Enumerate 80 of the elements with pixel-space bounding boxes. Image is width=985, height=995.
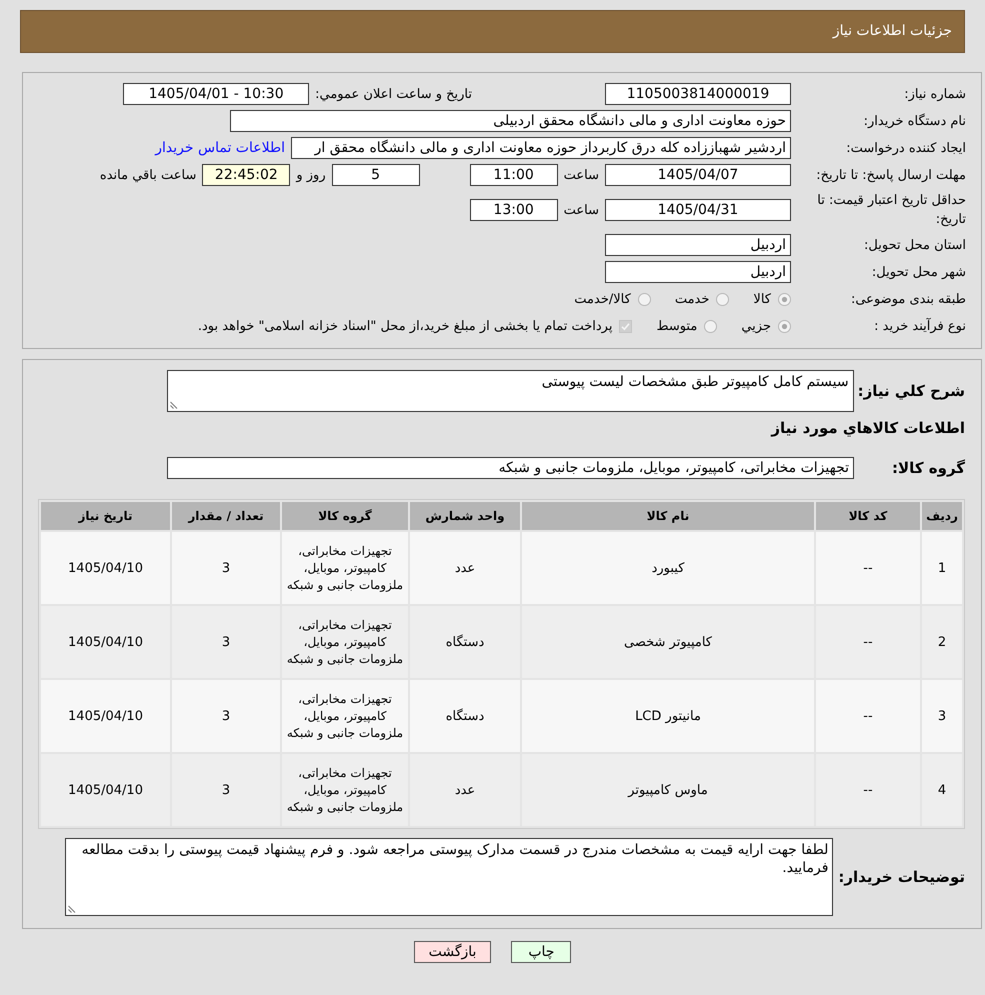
column-header: ردیف xyxy=(922,502,962,530)
city-field[interactable]: اردبیل xyxy=(605,261,791,283)
table-cell: دستگاه xyxy=(410,680,520,752)
field-label: ساعت باقي مانده xyxy=(100,168,196,182)
table-cell: 1 xyxy=(922,532,962,604)
province-field[interactable]: اردبیل xyxy=(605,234,791,256)
back-button[interactable]: بازگشت xyxy=(414,941,492,963)
radio-label: متوسط xyxy=(656,318,698,334)
column-header: گروه کالا xyxy=(282,502,408,530)
table-cell: 1405/04/10 xyxy=(41,680,170,752)
field-label: ساعت xyxy=(564,202,599,218)
table-cell: 3 xyxy=(172,680,280,752)
checkbox-label: پرداخت تمام یا بخشی از مبلغ خرید،از محل "اسناد خزانه اسلامی" خواهد بود. xyxy=(198,318,612,334)
column-header: نام کالا xyxy=(522,502,814,530)
announcement-field[interactable]: 1405/04/01 - 10:30 xyxy=(123,83,310,105)
buyer-contact-link[interactable]: اطلاعات تماس خریدار xyxy=(155,140,285,156)
table-cell: تجهیزات مخابراتی، کامپیوتر، موبایل، ملزومات جانبی و شبکه xyxy=(282,606,408,678)
buyer-notes-field[interactable]: لطفا جهت ارایه قیمت به مشخصات مندرج در قسمت مدارک پیوستی مراجعه شود. و فرم پیشنهاد قیمت پیوستی را بدقت مطالعه فرمایید. xyxy=(65,838,834,916)
table-cell: عدد xyxy=(410,532,520,604)
column-header: تاریخ نیاز xyxy=(41,502,170,530)
date-field[interactable]: 1405/04/31 xyxy=(605,199,791,221)
field-label: تاریخ و ساعت اعلان عمومي: xyxy=(315,86,472,102)
field-label: شرح کلي نیاز: xyxy=(858,382,965,400)
radio-label: کالا xyxy=(753,292,771,306)
field-label: ایجاد کننده درخواست: xyxy=(845,140,966,158)
table-cell: 3 xyxy=(172,532,280,604)
need-number-field[interactable]: 1105003814000019 xyxy=(605,83,791,105)
field-label: حداقل تاریخ اعتبار قیمت: تا تاریخ: xyxy=(816,192,966,229)
field-label: شماره نیاز: xyxy=(903,86,966,104)
table-cell: 2 xyxy=(922,606,962,678)
table-cell: 3 xyxy=(172,754,280,826)
table-cell: 1405/04/10 xyxy=(41,532,170,604)
buyer-org-field[interactable]: حوزه معاونت اداری و مالی دانشگاه محقق اردبیلی xyxy=(230,110,791,132)
table-cell: 3 xyxy=(922,680,962,752)
table-cell: دستگاه xyxy=(410,606,520,678)
field-label: ساعت xyxy=(564,168,599,182)
field-label: شهر محل تحویل: xyxy=(870,264,966,282)
table-cell: عدد xyxy=(410,754,520,826)
table-cell: 1405/04/10 xyxy=(41,606,170,678)
field-label: روز و xyxy=(296,168,326,182)
table-cell: کیبورد xyxy=(522,532,814,604)
field-label: توضیحات خریدار: xyxy=(838,868,965,886)
table-cell: 4 xyxy=(922,754,962,826)
table-cell: تجهیزات مخابراتی، کامپیوتر، موبایل، ملزومات جانبی و شبکه xyxy=(282,754,408,826)
column-header: واحد شمارش xyxy=(410,502,520,530)
table-cell: تجهیزات مخابراتی، کامپیوتر، موبایل، ملزومات جانبی و شبکه xyxy=(282,680,408,752)
table-cell: مانیتور LCD xyxy=(522,680,814,752)
resize-grip-icon[interactable] xyxy=(170,401,178,409)
table-cell: کامپیوتر شخصی xyxy=(522,606,814,678)
field-label: نام دستگاه خریدار: xyxy=(862,112,966,130)
days-field[interactable]: 5 xyxy=(332,164,420,186)
resize-grip-icon[interactable] xyxy=(68,905,76,913)
radio-label: کالا/خدمت xyxy=(574,292,631,306)
time-field[interactable]: 11:00 xyxy=(470,164,558,186)
print-button[interactable]: چاپ xyxy=(511,941,572,963)
field-label: نوع فرآیند خرید : xyxy=(873,316,966,336)
table-cell: ماوس کامپیوتر xyxy=(522,754,814,826)
page-title-bar: جزئیات اطلاعات نیاز xyxy=(20,10,965,53)
field-label: گروه کالا: xyxy=(892,459,965,477)
time-field[interactable]: 13:00 xyxy=(470,199,558,221)
table-cell: -- xyxy=(816,754,920,826)
table-cell: -- xyxy=(816,532,920,604)
table-cell: -- xyxy=(816,680,920,752)
column-header: تعداد / مقدار xyxy=(172,502,280,530)
requester-field[interactable]: اردشیر شهباززاده کله درق کاربرداز حوزه معاونت اداری و مالی دانشگاه محقق ار xyxy=(291,137,791,159)
field-label: طبقه بندی موضوعی: xyxy=(850,290,966,308)
table-cell: 3 xyxy=(172,606,280,678)
field-label: مهلت ارسال پاسخ: تا تاریخ: xyxy=(815,166,966,184)
column-header: کد کالا xyxy=(816,502,920,530)
table-cell: -- xyxy=(816,606,920,678)
field-label: استان محل تحویل: xyxy=(863,236,966,254)
radio-label: جزيي xyxy=(741,318,771,334)
remaining-time-field[interactable]: 22:45:02 xyxy=(202,164,290,186)
radio-label: خدمت xyxy=(674,292,710,306)
table-cell: تجهیزات مخابراتی، کامپیوتر، موبایل، ملزومات جانبی و شبکه xyxy=(282,532,408,604)
date-field[interactable]: 1405/04/07 xyxy=(605,164,791,186)
goods-group-field[interactable]: تجهیزات مخابراتی، کامپیوتر، موبایل، ملزومات جانبی و شبکه xyxy=(167,457,854,479)
table-cell: 1405/04/10 xyxy=(41,754,170,826)
section-heading: اطلاعات کالاهاي مورد نیاز xyxy=(771,419,965,437)
description-field[interactable]: سیستم کامل کامپیوتر طبق مشخصات لیست پیوستی xyxy=(166,370,854,412)
